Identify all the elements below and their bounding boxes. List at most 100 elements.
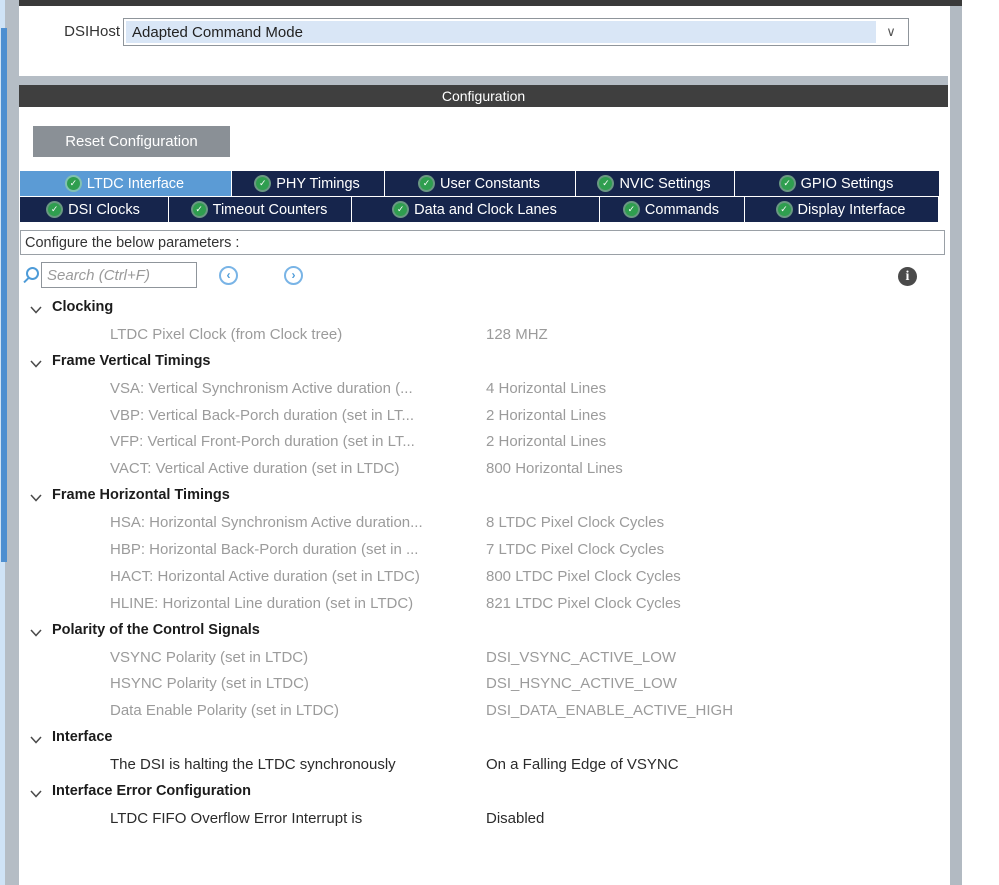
- param-value[interactable]: 2 Horizontal Lines: [486, 407, 606, 424]
- tab-bar: ✓ LTDC Interface ✓ PHY Timings ✓ User Co…: [20, 171, 942, 223]
- section-label: Clocking: [52, 299, 114, 315]
- tab-label: User Constants: [440, 175, 540, 192]
- param-value[interactable]: DSI_DATA_ENABLE_ACTIVE_HIGH: [486, 702, 733, 719]
- param-value[interactable]: 800 Horizontal Lines: [486, 460, 623, 477]
- tab-row-2: ✓ DSI Clocks ✓ Timeout Counters ✓ Data a…: [20, 197, 942, 222]
- reset-configuration-button[interactable]: Reset Configuration: [33, 126, 230, 157]
- section-label: Interface: [52, 729, 113, 746]
- param-label: VFP: Vertical Front-Porch duration (set …: [110, 433, 415, 451]
- chevron-down-icon[interactable]: [30, 732, 42, 744]
- configuration-panel: Reset Configuration ✓ LTDC Interface ✓ P…: [19, 107, 948, 885]
- tree-param-row[interactable]: VFP: Vertical Front-Porch duration (set …: [19, 429, 948, 456]
- check-icon: ✓: [624, 203, 638, 216]
- tree-section-row[interactable]: Interface: [19, 725, 948, 752]
- tab-ltdc-interface[interactable]: ✓ LTDC Interface: [20, 171, 231, 196]
- param-value[interactable]: 4 Horizontal Lines: [486, 380, 606, 397]
- tree-param-row[interactable]: The DSI is halting the LTDC synchronousl…: [19, 752, 948, 779]
- param-label: Data Enable Polarity (set in LTDC): [110, 702, 339, 720]
- tab-nvic-settings[interactable]: ✓ NVIC Settings: [576, 171, 734, 196]
- tab-label: NVIC Settings: [619, 175, 711, 192]
- tab-label: LTDC Interface: [86, 175, 185, 192]
- tree-section-row[interactable]: Interface Error Configuration: [19, 779, 948, 806]
- check-icon: ✓: [192, 203, 206, 216]
- tab-phy-timings[interactable]: ✓ PHY Timings: [232, 171, 384, 196]
- section-label: Frame Horizontal Timings: [52, 487, 230, 504]
- check-icon: ✓: [256, 177, 270, 190]
- section-label: Frame Vertical Timings: [52, 352, 211, 369]
- chevron-down-icon[interactable]: [30, 786, 42, 798]
- search-input[interactable]: [41, 262, 197, 288]
- tree-section-row[interactable]: Frame Vertical Timings: [19, 349, 948, 376]
- tab-commands[interactable]: ✓ Commands: [600, 197, 744, 222]
- param-label: VACT: Vertical Active duration (set in L…: [110, 460, 400, 478]
- chevron-down-icon[interactable]: [30, 490, 42, 502]
- tree-section-row[interactable]: Polarity of the Control Signals: [19, 618, 948, 645]
- param-value[interactable]: 2 Horizontal Lines: [486, 433, 606, 450]
- param-label: HSYNC Polarity (set in LTDC): [110, 675, 309, 693]
- tree-param-row[interactable]: HLINE: Horizontal Line duration (set in …: [19, 591, 948, 618]
- chevron-down-icon[interactable]: [30, 302, 42, 314]
- check-icon: ✓: [66, 177, 80, 190]
- param-value[interactable]: Disabled: [486, 810, 544, 827]
- param-value[interactable]: 821 LTDC Pixel Clock Cycles: [486, 595, 681, 612]
- param-value[interactable]: 128 MHZ: [486, 326, 548, 343]
- check-icon: ✓: [394, 203, 408, 216]
- chevron-down-icon[interactable]: [30, 356, 42, 368]
- tab-display-interface[interactable]: ✓ Display Interface: [745, 197, 938, 222]
- param-value[interactable]: DSI_VSYNC_ACTIVE_LOW: [486, 649, 676, 666]
- panel-gap: [19, 76, 948, 85]
- param-value[interactable]: 800 LTDC Pixel Clock Cycles: [486, 568, 681, 585]
- check-icon: ✓: [780, 177, 794, 190]
- param-label: The DSI is halting the LTDC synchronousl…: [110, 756, 396, 774]
- tree-param-row[interactable]: HBP: Horizontal Back-Porch duration (set…: [19, 537, 948, 564]
- search-icon[interactable]: [26, 267, 39, 280]
- param-label: LTDC Pixel Clock (from Clock tree): [110, 325, 343, 343]
- tree-param-row[interactable]: LTDC Pixel Clock (from Clock tree) 128 M…: [19, 322, 948, 349]
- tree-param-row[interactable]: VSA: Vertical Synchronism Active duratio…: [19, 376, 948, 403]
- tree-param-row[interactable]: Data Enable Polarity (set in LTDC) DSI_D…: [19, 698, 948, 725]
- tree-section-row[interactable]: Clocking: [19, 295, 948, 322]
- tab-dsi-clocks[interactable]: ✓ DSI Clocks: [20, 197, 168, 222]
- section-label: Polarity of the Control Signals: [52, 621, 260, 638]
- param-value[interactable]: On a Falling Edge of VSYNC: [486, 756, 679, 773]
- param-value[interactable]: 7 LTDC Pixel Clock Cycles: [486, 541, 664, 558]
- params-header: Configure the below parameters :: [20, 230, 945, 255]
- param-label: VSA: Vertical Synchronism Active duratio…: [110, 379, 413, 397]
- dsihost-mode-select[interactable]: Adapted Command Mode ∨: [123, 18, 909, 46]
- check-icon: ✓: [777, 203, 791, 216]
- tab-label: PHY Timings: [276, 175, 360, 192]
- param-value[interactable]: DSI_HSYNC_ACTIVE_LOW: [486, 675, 677, 692]
- tree-param-row[interactable]: LTDC FIFO Overflow Error Interrupt is Di…: [19, 806, 948, 833]
- param-label: VSYNC Polarity (set in LTDC): [110, 648, 309, 666]
- tree-param-row[interactable]: VSYNC Polarity (set in LTDC) DSI_VSYNC_A…: [19, 645, 948, 672]
- tab-timeout-counters[interactable]: ✓ Timeout Counters: [169, 197, 351, 222]
- tab-user-constants[interactable]: ✓ User Constants: [385, 171, 575, 196]
- tree-param-row[interactable]: HSYNC Polarity (set in LTDC) DSI_HSYNC_A…: [19, 671, 948, 698]
- param-label: HBP: Horizontal Back-Porch duration (set…: [110, 541, 419, 559]
- tab-gpio-settings[interactable]: ✓ GPIO Settings: [735, 171, 939, 196]
- tree-param-row[interactable]: HSA: Horizontal Synchronism Active durat…: [19, 510, 948, 537]
- tab-label: DSI Clocks: [68, 201, 140, 218]
- chevron-down-icon[interactable]: [30, 625, 42, 637]
- configuration-header: Configuration: [19, 85, 948, 107]
- tree-param-row[interactable]: VACT: Vertical Active duration (set in L…: [19, 456, 948, 483]
- section-label: Interface Error Configuration: [52, 783, 251, 800]
- tab-data-and-clock-lanes[interactable]: ✓ Data and Clock Lanes: [352, 197, 599, 222]
- dsihost-mode-panel: DSIHost Adapted Command Mode ∨: [19, 6, 948, 76]
- parameter-tree: Clocking LTDC Pixel Clock (from Clock tr…: [19, 295, 948, 833]
- param-value[interactable]: 8 LTDC Pixel Clock Cycles: [486, 514, 664, 531]
- tree-param-row[interactable]: VBP: Vertical Back-Porch duration (set i…: [19, 403, 948, 430]
- chevron-down-icon[interactable]: ∨: [876, 21, 906, 43]
- check-icon: ✓: [48, 203, 62, 216]
- tab-label: Display Interface: [797, 201, 906, 218]
- tree-param-row[interactable]: HACT: Horizontal Active duration (set in…: [19, 564, 948, 591]
- vertical-scrollbar[interactable]: [950, 0, 962, 885]
- left-scrollbar-thumb[interactable]: [1, 28, 7, 562]
- tree-section-row[interactable]: Frame Horizontal Timings: [19, 483, 948, 510]
- param-label: HLINE: Horizontal Line duration (set in …: [110, 594, 414, 612]
- right-margin: [962, 0, 999, 885]
- search-next-icon[interactable]: ›: [284, 266, 303, 285]
- search-previous-icon[interactable]: ‹: [219, 266, 238, 285]
- info-icon[interactable]: i: [898, 267, 917, 286]
- tab-label: Commands: [644, 201, 720, 218]
